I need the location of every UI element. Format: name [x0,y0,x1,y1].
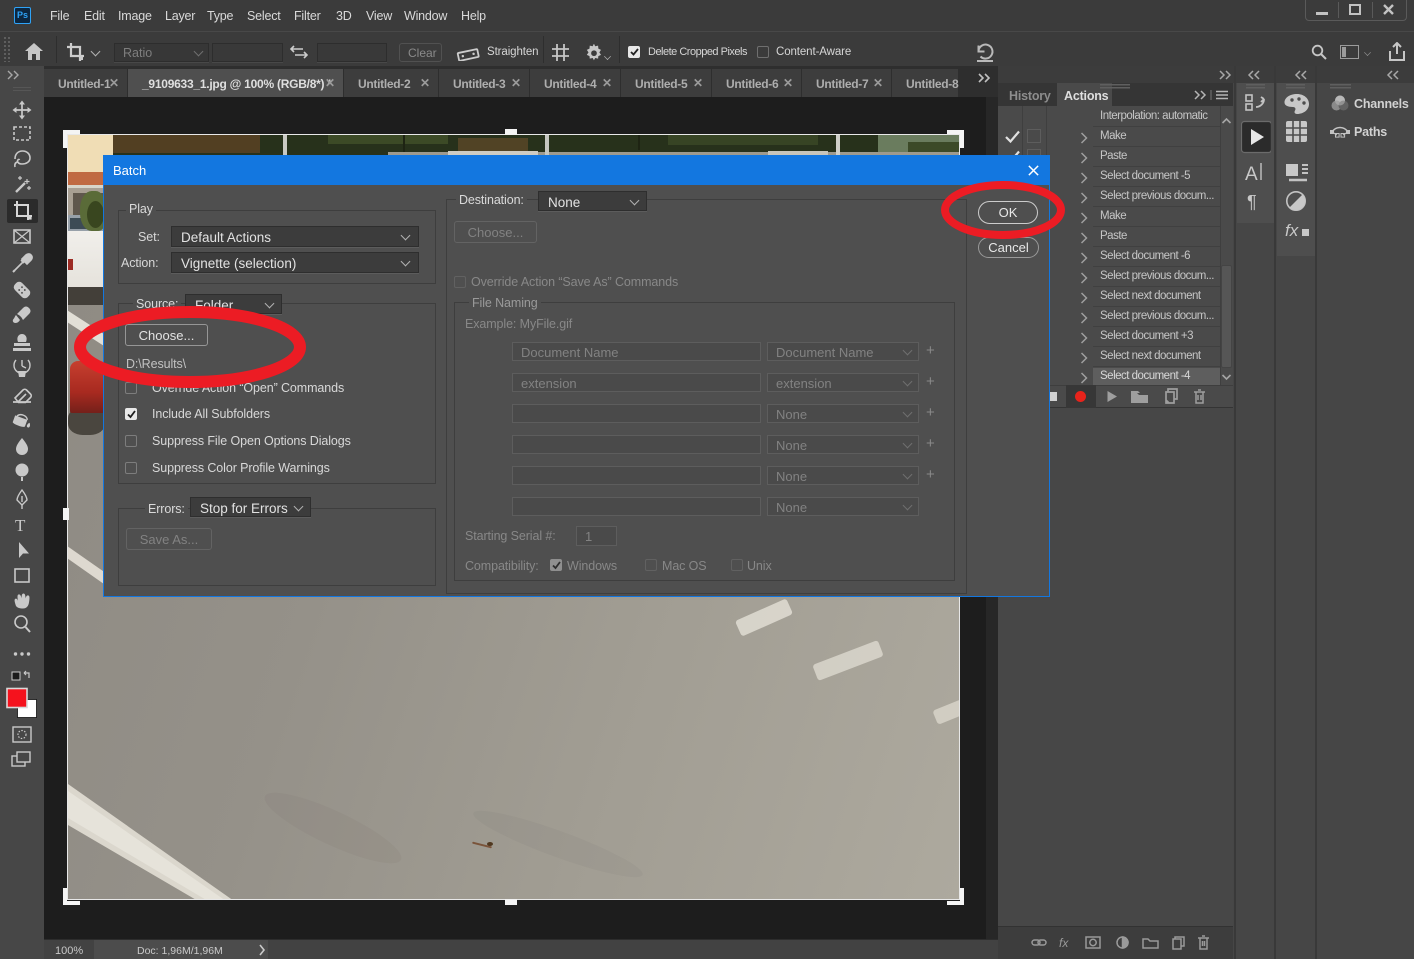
svg-text:A: A [1245,164,1258,185]
svg-text:fx: fx [1285,221,1299,240]
svg-text:T: T [15,516,26,535]
svg-text:¶: ¶ [1247,192,1257,212]
svg-text:fx: fx [1059,936,1069,950]
